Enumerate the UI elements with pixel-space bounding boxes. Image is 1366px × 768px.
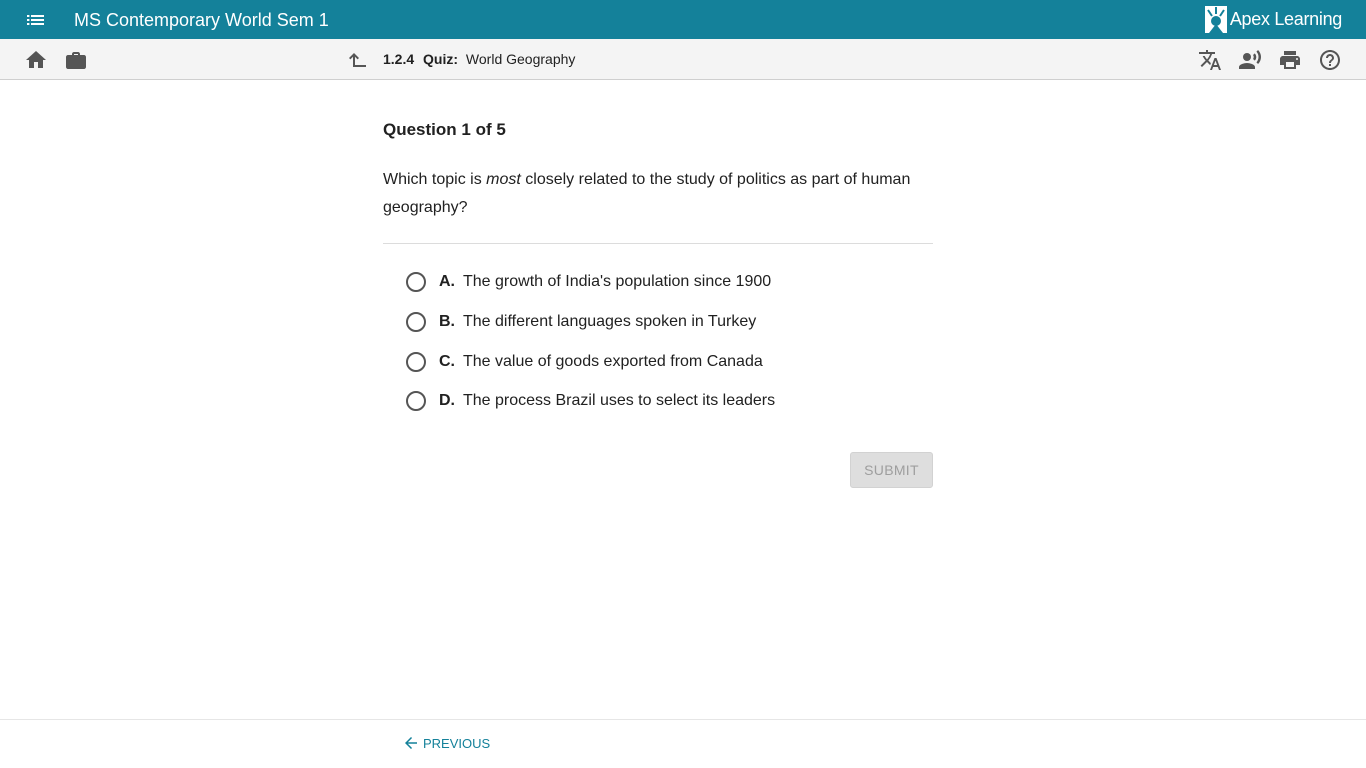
choice-text: The different languages spoken in Turkey xyxy=(463,313,757,330)
brand-name: Apex Learning xyxy=(1229,9,1342,29)
arrow-left-icon xyxy=(405,737,417,749)
choice-text: The value of goods exported from Canada xyxy=(463,353,763,370)
level-up-icon[interactable] xyxy=(346,48,370,72)
help-icon[interactable] xyxy=(1318,48,1342,72)
choice-letter: D. xyxy=(439,392,455,409)
question-text-emphasis: most xyxy=(486,171,521,188)
print-icon[interactable] xyxy=(1278,48,1302,72)
breadcrumb: 1.2.4 Quiz: World Geography xyxy=(383,51,575,68)
translate-icon[interactable] xyxy=(1198,48,1222,72)
choice-letter: C. xyxy=(439,353,455,370)
choice-letter: A. xyxy=(439,273,455,290)
submit-button[interactable]: SUBMIT xyxy=(850,452,933,488)
course-title: MS Contemporary World Sem 1 xyxy=(74,10,329,30)
choice-a[interactable]: A. The growth of India's population sinc… xyxy=(406,267,926,297)
choice-d[interactable]: D. The process Brazil uses to select its… xyxy=(406,386,926,416)
toolbar: 1.2.4 Quiz: World Geography xyxy=(0,39,1366,80)
activity-title: World Geography xyxy=(465,51,576,67)
activity-type: Quiz: xyxy=(423,51,459,67)
question-text-start: Which topic is xyxy=(383,171,487,188)
footer-nav: PREVIOUS xyxy=(0,719,1366,768)
choice-c[interactable]: C. The value of goods exported from Cana… xyxy=(406,347,926,377)
choice-text: The growth of India's population since 1… xyxy=(463,273,772,290)
brand-logo: Apex Learning xyxy=(1204,6,1342,33)
radio-button[interactable] xyxy=(406,312,426,332)
apex-logo-icon xyxy=(1204,6,1227,33)
radio-button[interactable] xyxy=(406,352,426,372)
question-heading: Question 1 of 5 xyxy=(383,120,506,139)
previous-label: PREVIOUS xyxy=(423,735,491,751)
radio-button[interactable] xyxy=(406,272,426,292)
choice-text: The process Brazil uses to select its le… xyxy=(463,392,776,409)
home-icon[interactable] xyxy=(24,48,48,72)
menu-icon[interactable] xyxy=(22,9,50,31)
question-text: Which topic is most closely related to t… xyxy=(383,166,933,222)
choice-letter: B. xyxy=(439,313,455,330)
read-aloud-icon[interactable] xyxy=(1238,48,1262,72)
choice-b[interactable]: B. The different languages spoken in Tur… xyxy=(406,307,926,337)
divider xyxy=(383,243,933,244)
lesson-number: 1.2.4 xyxy=(383,51,415,67)
previous-button[interactable]: PREVIOUS xyxy=(402,734,490,752)
app-bar: MS Contemporary World Sem 1 Apex Learnin… xyxy=(0,0,1366,39)
radio-button[interactable] xyxy=(406,391,426,411)
briefcase-icon[interactable] xyxy=(64,48,88,72)
